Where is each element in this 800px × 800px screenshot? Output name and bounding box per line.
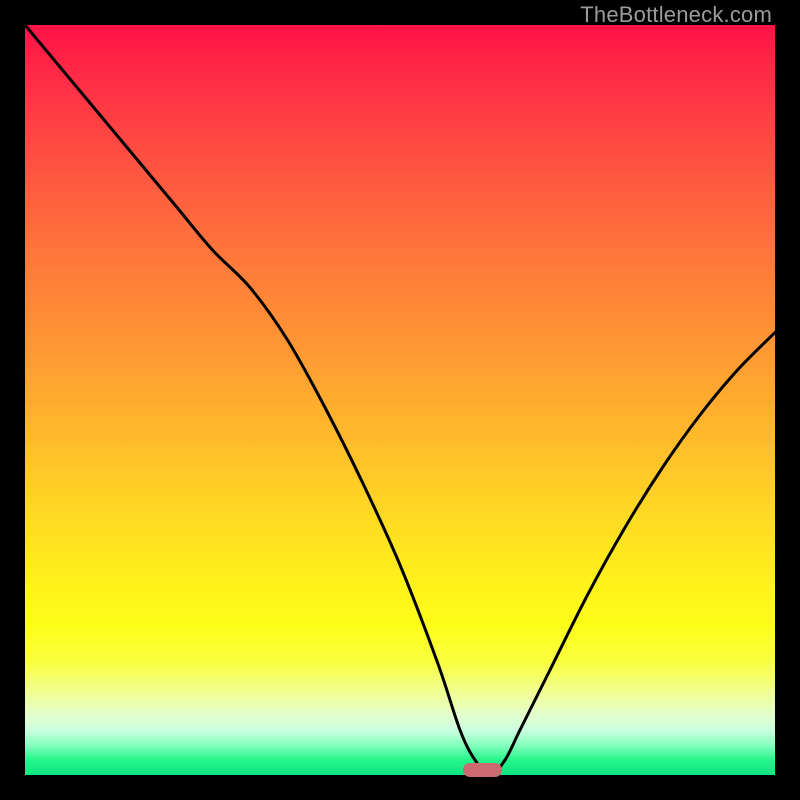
optimal-marker-pill — [463, 763, 503, 777]
plot-area — [25, 25, 775, 775]
bottleneck-curve — [25, 25, 775, 775]
chart-frame: TheBottleneck.com — [0, 0, 800, 800]
curve-svg — [25, 25, 775, 775]
